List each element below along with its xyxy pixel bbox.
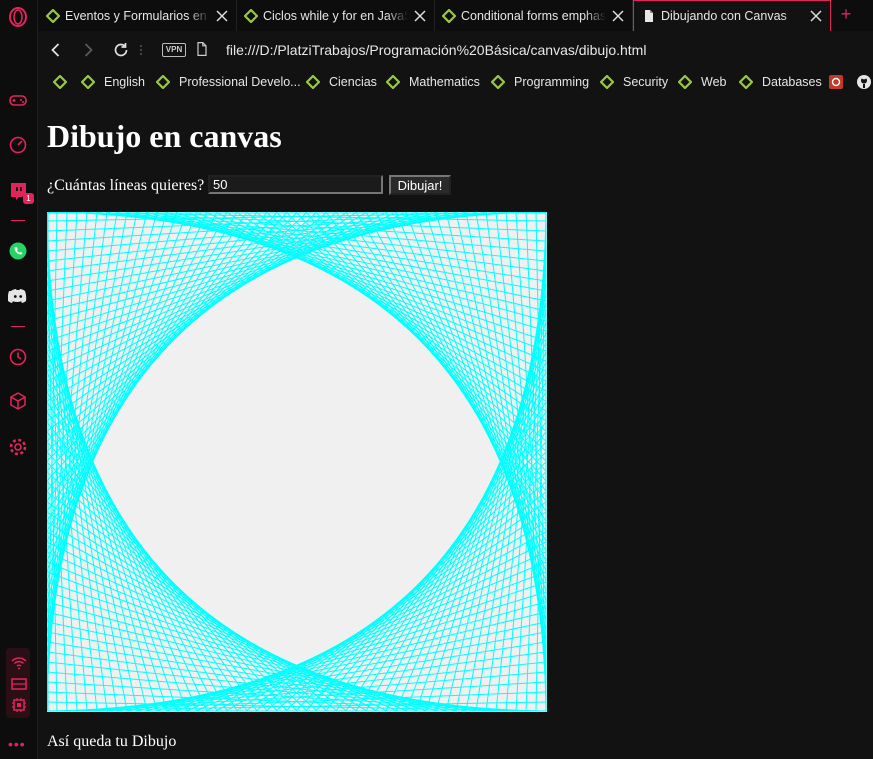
opera-sidebar: 1 ••• <box>0 0 38 759</box>
platzi-bookmark-icon <box>386 75 400 89</box>
cpu-icon[interactable] <box>8 694 30 716</box>
twitch-badge: 1 <box>23 193 34 204</box>
platzi-favicon-icon <box>244 8 258 23</box>
speed-dial-icon[interactable] <box>7 134 29 156</box>
github-icon <box>857 75 871 89</box>
tab-title: Ciclos while y for en JavaSc <box>263 8 408 23</box>
bookmark-english[interactable]: English <box>81 75 145 89</box>
bookmark-label: Ciencias <box>329 75 377 89</box>
bookmark-label: Professional Develo... <box>179 75 301 89</box>
whatsapp-icon[interactable] <box>7 240 29 262</box>
close-tab-icon[interactable] <box>414 9 426 22</box>
bookmark-label: Web <box>701 75 727 89</box>
memory-icon[interactable] <box>8 673 30 695</box>
sidebar-more-icon[interactable]: ••• <box>8 736 26 752</box>
platzi-bookmark-icon <box>739 75 753 89</box>
wifi-icon[interactable] <box>8 652 30 674</box>
file-icon <box>645 10 653 22</box>
bookmark-red-site[interactable] <box>829 75 852 89</box>
platzi-bookmark-icon <box>156 75 170 89</box>
platzi-bookmark-icon <box>491 75 505 89</box>
tab-conditional-forms[interactable]: Conditional forms emphasi <box>434 0 633 31</box>
bookmark-label: Mathematics <box>409 75 480 89</box>
bookmark-label: Security <box>623 75 669 89</box>
bookmark-platzi[interactable] <box>53 75 76 89</box>
address-bar: VPN file:///D:/PlatziTrabajos/Programaci… <box>38 31 873 69</box>
bookmark-ciencias[interactable]: Ciencias <box>306 75 377 89</box>
red-site-bookmark-icon <box>829 75 843 89</box>
settings-gear-icon[interactable] <box>7 436 29 458</box>
platzi-favicon-icon <box>46 8 60 23</box>
page-content: Dibujo en canvas ¿Cuántas líneas quieres… <box>38 98 873 759</box>
close-tab-icon[interactable] <box>810 10 822 22</box>
tab-title: Eventos y Formularios en H <box>65 8 210 23</box>
page-file-icon <box>194 41 214 61</box>
history-clock-icon[interactable] <box>7 346 29 368</box>
discord-icon[interactable] <box>7 285 29 307</box>
reload-icon[interactable] <box>111 40 131 60</box>
platzi-bookmark-icon <box>81 75 95 89</box>
extensions-cube-icon[interactable] <box>7 390 29 412</box>
sidebar-status-panel <box>6 648 30 718</box>
bookmark-github[interactable] <box>857 75 873 89</box>
platzi-bookmark-icon <box>306 75 320 89</box>
draw-button[interactable]: Dibujar! <box>389 175 451 195</box>
bookmark-programming[interactable]: Programming <box>491 75 589 89</box>
platzi-favicon-icon <box>442 8 456 23</box>
opera-logo-icon[interactable] <box>7 6 29 28</box>
bookmarks-bar: English Professional Develo... Ciencias … <box>38 69 873 98</box>
drawing-canvas[interactable] <box>47 212 547 712</box>
tab-ciclos-while-for[interactable]: Ciclos while y for en JavaSc <box>236 0 435 31</box>
bookmark-security[interactable]: Security <box>600 75 668 89</box>
sidebar-separator <box>11 220 25 221</box>
lines-prompt-label: ¿Cuántas líneas quieres? <box>47 177 205 194</box>
tab-title: Conditional forms emphasi <box>461 8 606 23</box>
close-tab-icon[interactable] <box>612 9 624 22</box>
platzi-bookmark-icon <box>678 75 692 89</box>
bookmark-label: English <box>104 75 145 89</box>
new-tab-plus-icon[interactable]: + <box>836 4 856 24</box>
lines-count-input[interactable] <box>208 175 383 194</box>
forward-arrow-icon[interactable] <box>78 40 98 60</box>
tab-eventos-formularios[interactable]: Eventos y Formularios en H <box>38 0 237 31</box>
back-arrow-icon[interactable] <box>46 40 66 60</box>
sidebar-separator <box>11 326 25 327</box>
tab-bar: Eventos y Formularios en H Ciclos while … <box>38 0 873 31</box>
tab-dibujando-canvas[interactable]: Dibujando con Canvas <box>633 0 831 31</box>
bookmark-mathematics[interactable]: Mathematics <box>386 75 480 89</box>
url-field[interactable]: file:///D:/PlatziTrabajos/Programación%2… <box>226 42 646 58</box>
page-title: Dibujo en canvas <box>47 118 282 154</box>
drawing-caption: Así queda tu Dibujo <box>47 733 177 750</box>
close-tab-icon[interactable] <box>216 9 228 22</box>
bookmark-label: Programming <box>514 75 590 89</box>
platzi-bookmark-icon <box>53 75 67 89</box>
bookmark-web[interactable]: Web <box>678 75 726 89</box>
tab-title: Dibujando con Canvas <box>661 9 787 23</box>
vpn-button[interactable]: VPN <box>162 43 186 57</box>
platzi-bookmark-icon <box>600 75 614 89</box>
bookmark-professional-development[interactable]: Professional Develo... <box>156 75 301 89</box>
bookmark-label: Databases <box>762 75 822 89</box>
bookmark-databases[interactable]: Databases <box>739 75 822 89</box>
drag-handle-icon <box>137 40 145 60</box>
gamepad-icon[interactable] <box>7 89 29 111</box>
